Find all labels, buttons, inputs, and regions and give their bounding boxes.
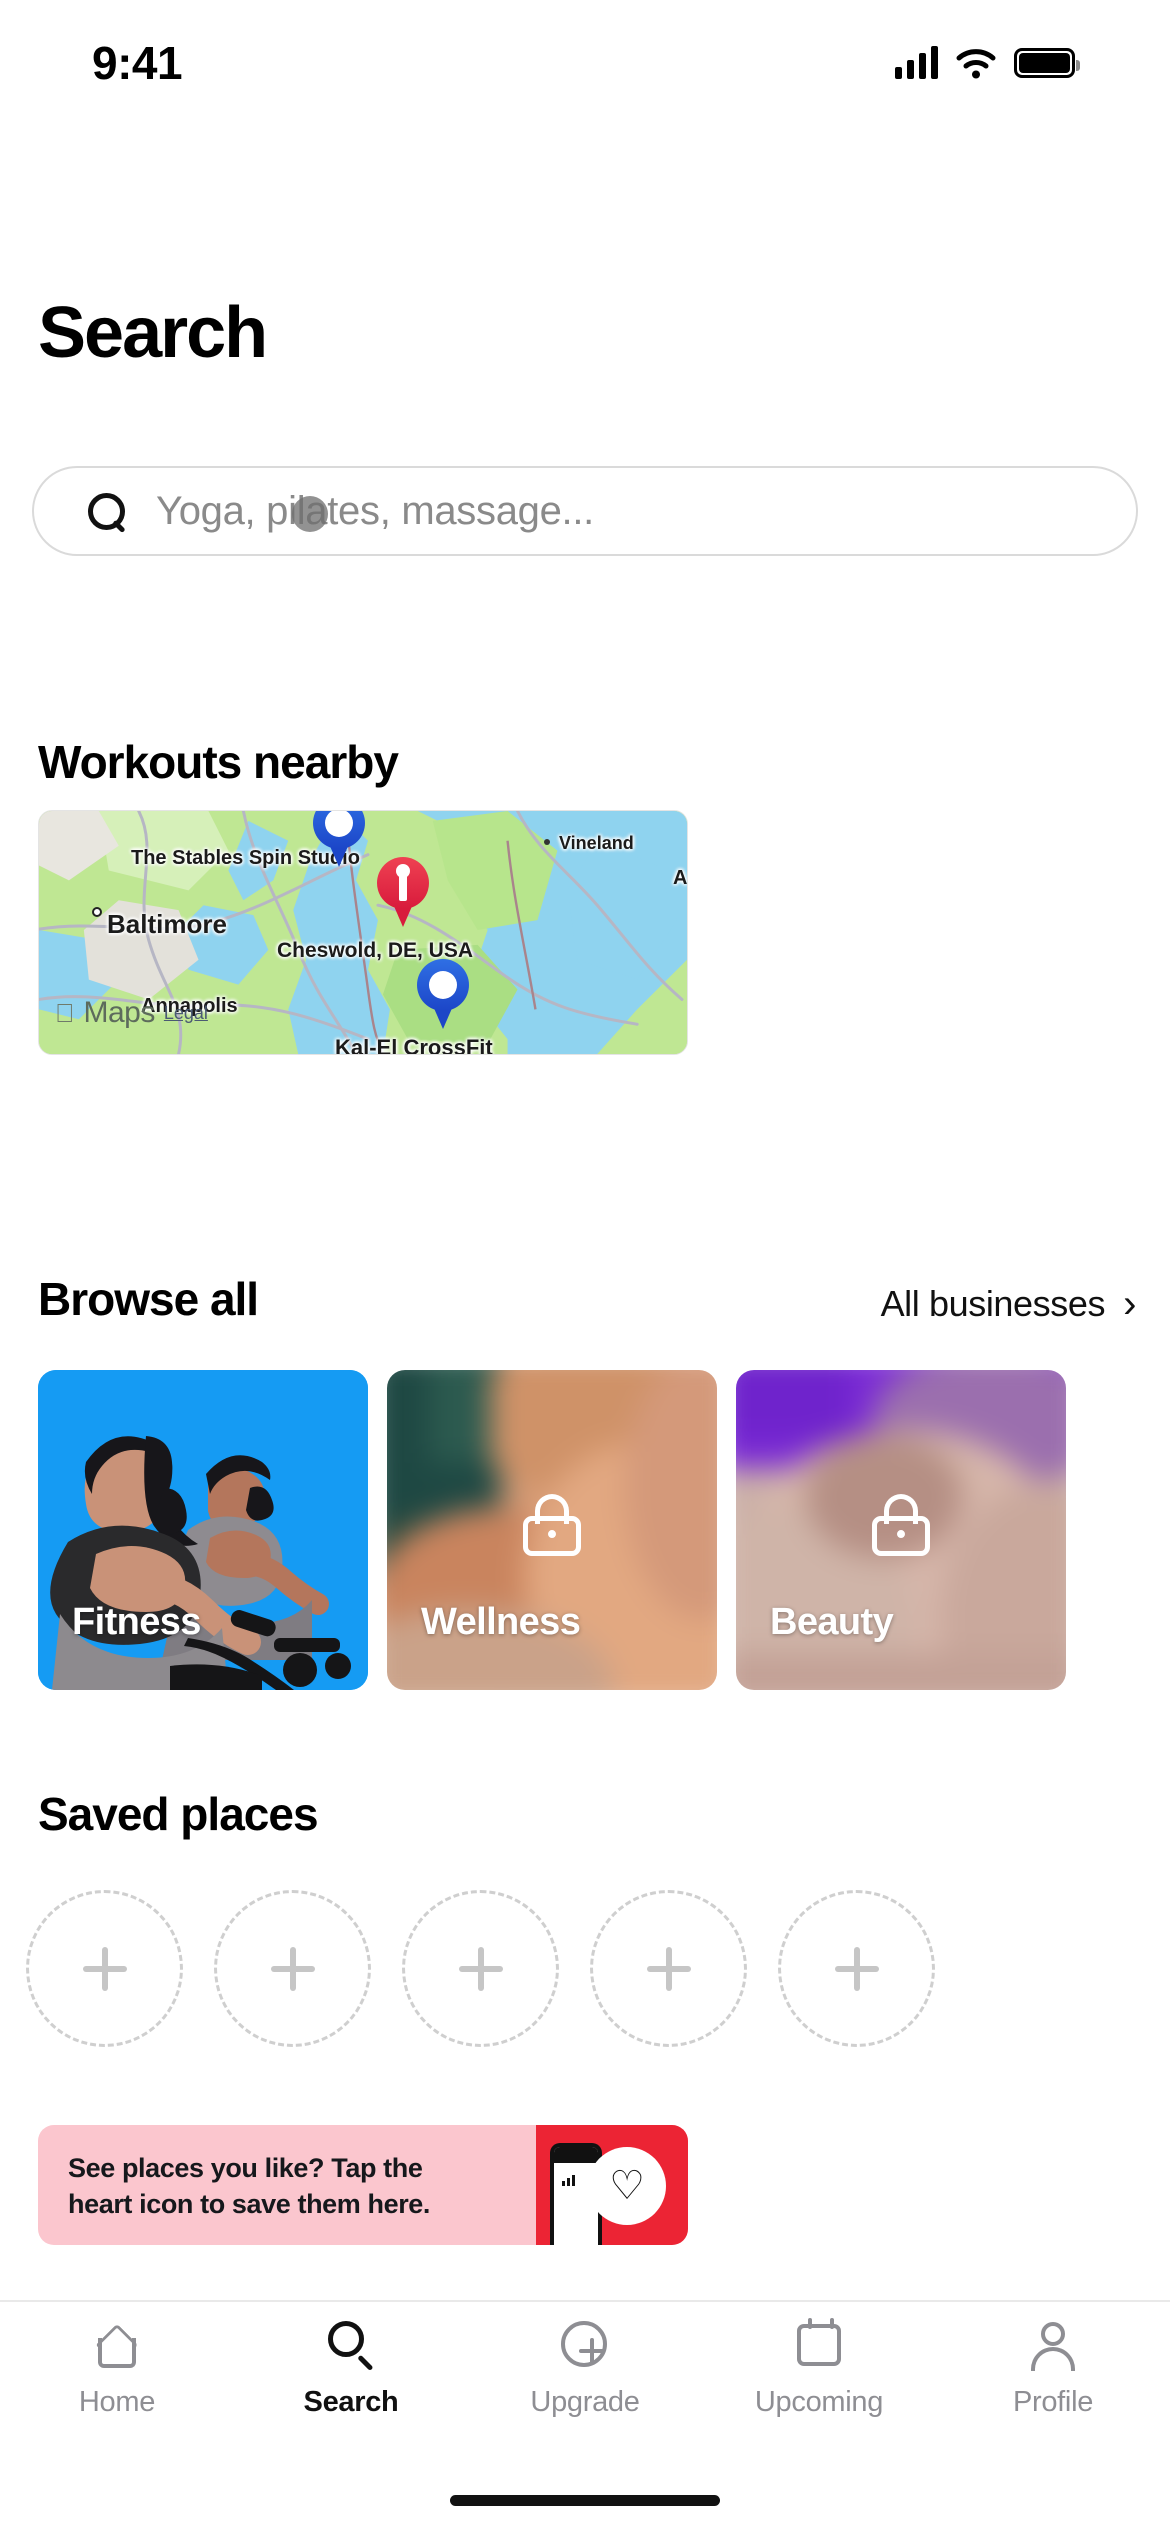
plus-icon <box>82 1946 127 1991</box>
map-city-dot-vineland <box>544 839 550 845</box>
plus-icon <box>646 1946 691 1991</box>
browse-all-heading: Browse all <box>38 1273 259 1325</box>
saved-place-placeholder[interactable] <box>26 1890 183 2047</box>
tab-upcoming[interactable]: Upcoming <box>702 2318 936 2450</box>
map-legal-link[interactable]: Legal <box>164 1003 208 1024</box>
calendar-icon <box>791 2318 847 2372</box>
saved-places-hint-banner[interactable]: ♡ See places you like? Tap the heart ico… <box>38 2125 688 2245</box>
card-label-wellness: Wellness <box>421 1601 581 1643</box>
map-label-kal-el-crossfit: Kal-El CrossFit <box>335 1035 493 1055</box>
tab-label-upgrade: Upgrade <box>530 2386 640 2418</box>
workouts-heading: Workouts nearby <box>38 736 399 788</box>
card-label-beauty: Beauty <box>770 1601 894 1643</box>
tab-label-search: Search <box>303 2386 399 2418</box>
plus-icon <box>458 1946 503 1991</box>
map-label-a: A <box>673 867 688 889</box>
person-icon <box>1025 2318 1081 2372</box>
saved-place-placeholder[interactable] <box>402 1890 559 2047</box>
chevron-right-icon: › <box>1123 1282 1136 1326</box>
all-businesses-link[interactable]: All businesses › <box>880 1282 1137 1326</box>
map-label-stables: The Stables Spin Studio <box>131 847 360 869</box>
tab-label-profile: Profile <box>1012 2386 1094 2418</box>
category-card-fitness[interactable]: Fitness <box>38 1370 368 1690</box>
maps-wordmark: Maps <box>64 996 156 1029</box>
card-label-fitness: Fitness <box>72 1601 201 1643</box>
tab-profile[interactable]: Profile <box>936 2318 1170 2450</box>
nearby-map[interactable]: The Stables Spin Studio Vineland Baltimo… <box>38 810 688 1055</box>
plus-circle-icon <box>557 2318 613 2372</box>
map-attribution:  Maps Legal <box>55 996 208 1030</box>
saved-place-placeholder[interactable] <box>214 1890 371 2047</box>
all-businesses-label: All businesses <box>880 1283 1106 1324</box>
category-card-beauty[interactable]: Beauty <box>736 1370 1066 1690</box>
banner-text: See places you like? Tap the heart icon … <box>68 2153 431 2219</box>
bottom-tab-bar: Home Search Upgrade Upcoming Profile <box>0 2300 1170 2532</box>
category-cards: Fitness Wellness Beauty <box>38 1370 1138 1690</box>
lock-icon <box>872 1494 930 1557</box>
plus-icon <box>834 1946 879 1991</box>
category-card-wellness[interactable]: Wellness <box>387 1370 717 1690</box>
tab-label-home: Home <box>78 2386 156 2418</box>
saved-places-heading: Saved places <box>38 1788 319 1840</box>
banner-heart-badge: ♡ <box>588 2147 666 2225</box>
tab-upgrade[interactable]: Upgrade <box>468 2318 702 2450</box>
tab-search[interactable]: Search <box>234 2318 468 2450</box>
heart-icon: ♡ <box>609 2164 645 2208</box>
map-city-dot-baltimore <box>92 907 102 917</box>
workouts-nearby-section: Workouts nearby The Stables Spin Studio … <box>0 0 1170 1250</box>
search-icon <box>323 2318 379 2372</box>
saved-places-row <box>26 1890 935 2047</box>
map-label-baltimore: Baltimore <box>107 909 227 939</box>
home-icon <box>89 2318 145 2372</box>
plus-icon <box>270 1946 315 1991</box>
tab-label-upcoming: Upcoming <box>754 2386 884 2418</box>
map-label-vineland: Vineland <box>559 833 634 853</box>
saved-place-placeholder[interactable] <box>590 1890 747 2047</box>
lock-icon <box>523 1494 581 1557</box>
apple-logo-icon:  <box>55 1000 75 1026</box>
tab-home[interactable]: Home <box>0 2318 234 2450</box>
home-indicator <box>450 2495 720 2506</box>
saved-place-placeholder[interactable] <box>778 1890 935 2047</box>
